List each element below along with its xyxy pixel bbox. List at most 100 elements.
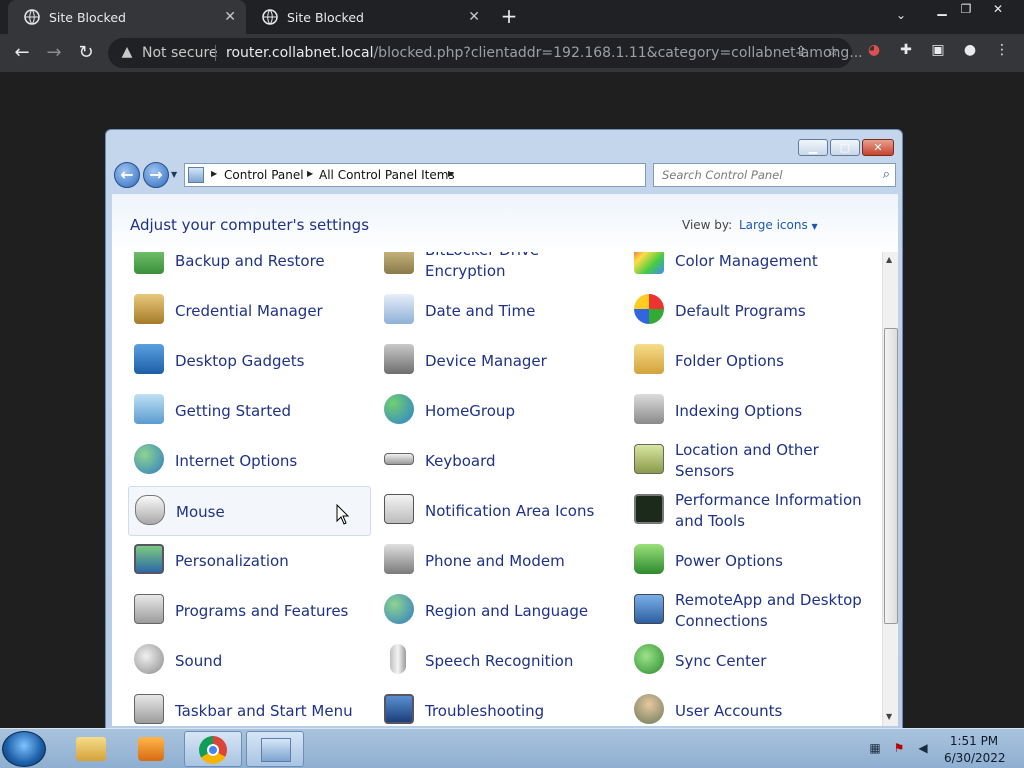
item-notification-area-icons[interactable]: Notification Area Icons bbox=[378, 486, 622, 536]
action-center-icon[interactable]: ⚑ bbox=[892, 741, 906, 755]
item-user-accounts[interactable]: User Accounts bbox=[628, 686, 872, 726]
item-desktop-gadgets[interactable]: Desktop Gadgets bbox=[128, 336, 372, 386]
item-label: Power Options bbox=[675, 551, 783, 570]
monitor-icon bbox=[134, 544, 164, 574]
item-label: Notification Area Icons bbox=[425, 501, 595, 520]
vertical-scrollbar[interactable]: ▲ ▼ bbox=[882, 252, 898, 726]
back-arrow-icon[interactable]: ← bbox=[114, 162, 140, 188]
network-icon[interactable]: ▦ bbox=[868, 741, 882, 755]
item-mouse[interactable]: Mouse bbox=[128, 486, 371, 536]
share-icon[interactable]: ⇪ bbox=[792, 44, 810, 62]
back-icon[interactable]: ← bbox=[10, 41, 34, 65]
battery-icon bbox=[634, 544, 664, 574]
warning-icon[interactable]: ▲ bbox=[118, 44, 136, 62]
item-power-options[interactable]: Power Options bbox=[628, 536, 872, 586]
mouse-cursor-icon bbox=[336, 504, 350, 525]
chevron-right-icon[interactable]: ▶ bbox=[307, 169, 313, 178]
chrome-taskbar-button[interactable] bbox=[184, 731, 242, 767]
url-text[interactable]: router.collabnet.local/blocked.php?clien… bbox=[226, 45, 863, 61]
item-getting-started[interactable]: Getting Started bbox=[128, 386, 372, 436]
scroll-thumb[interactable] bbox=[884, 328, 898, 624]
item-bitlocker[interactable]: BitLocker Drive Encryption bbox=[378, 252, 622, 286]
omnibox-divider bbox=[215, 45, 216, 61]
item-remoteapp[interactable]: RemoteApp and Desktop Connections bbox=[628, 586, 872, 636]
item-label: Personalization bbox=[175, 551, 289, 570]
control-panel-taskbar-button[interactable] bbox=[246, 731, 304, 767]
breadcrumb[interactable]: ▶ Control Panel ▶ All Control Panel Item… bbox=[184, 163, 719, 187]
item-sync-center[interactable]: Sync Center bbox=[628, 636, 872, 686]
menu-kebab-icon[interactable]: ⋮ bbox=[992, 42, 1012, 62]
media-player-taskbar-button[interactable] bbox=[122, 731, 180, 767]
tab-site-blocked-2[interactable]: Site Blocked ✕ bbox=[246, 0, 490, 34]
item-color-management[interactable]: Color Management bbox=[628, 252, 872, 286]
start-button[interactable] bbox=[2, 731, 46, 767]
item-label: BitLocker Drive Encryption bbox=[425, 252, 539, 280]
system-clock[interactable]: 1:51 PM 6/30/2022 bbox=[944, 733, 1006, 767]
item-sound[interactable]: Sound bbox=[128, 636, 372, 686]
search-input[interactable]: Search Control Panel ⌕ bbox=[653, 163, 896, 187]
recent-pages-icon[interactable]: ▼ bbox=[171, 170, 181, 180]
item-location-sensors[interactable]: Location and Other Sensors bbox=[628, 436, 872, 486]
search-placeholder: Search Control Panel bbox=[662, 168, 783, 182]
item-internet-options[interactable]: Internet Options bbox=[128, 436, 372, 486]
forward-icon[interactable]: → bbox=[42, 41, 66, 65]
item-default-programs[interactable]: Default Programs bbox=[628, 286, 872, 336]
control-panel-window: ▁ □ ✕ ← → ▼ ▶ Control Panel ▶ All Contro… bbox=[105, 129, 903, 729]
item-label: Getting Started bbox=[175, 401, 291, 420]
item-device-manager[interactable]: Device Manager bbox=[378, 336, 622, 386]
close-tab-icon[interactable]: ✕ bbox=[224, 9, 236, 25]
item-taskbar-start-menu[interactable]: Taskbar and Start Menu bbox=[128, 686, 372, 726]
address-bar[interactable]: ▲ Not secure router.collabnet.local/bloc… bbox=[108, 38, 863, 68]
close-browser-icon[interactable]: ✕ bbox=[984, 0, 1012, 20]
bookmark-star-icon[interactable]: ☆ bbox=[824, 44, 842, 62]
side-panel-icon[interactable]: ▣ bbox=[928, 42, 948, 62]
close-tab-icon[interactable]: ✕ bbox=[468, 9, 480, 25]
search-icon[interactable]: ⌕ bbox=[883, 167, 890, 182]
item-folder-options[interactable]: Folder Options bbox=[628, 336, 872, 386]
item-label: Taskbar and Start Menu bbox=[175, 701, 353, 720]
item-keyboard[interactable]: Keyboard bbox=[378, 436, 622, 486]
item-indexing-options[interactable]: Indexing Options bbox=[628, 386, 872, 436]
item-speech-recognition[interactable]: Speech Recognition bbox=[378, 636, 622, 686]
item-programs-and-features[interactable]: Programs and Features bbox=[128, 586, 372, 636]
item-personalization[interactable]: Personalization bbox=[128, 536, 372, 586]
item-performance-information[interactable]: Performance Information and Tools bbox=[628, 486, 872, 536]
item-backup-and-restore[interactable]: Backup and Restore bbox=[128, 252, 372, 286]
explorer-taskbar-button[interactable] bbox=[62, 731, 120, 767]
maximize-button[interactable]: □ bbox=[830, 139, 860, 156]
item-troubleshooting[interactable]: Troubleshooting bbox=[378, 686, 622, 726]
forward-arrow-icon[interactable]: → bbox=[143, 162, 169, 188]
reload-icon[interactable]: ↻ bbox=[74, 41, 98, 65]
item-date-and-time[interactable]: Date and Time bbox=[378, 286, 622, 336]
view-by-dropdown[interactable]: Large icons ▼ bbox=[739, 218, 818, 232]
breadcrumb-all-items[interactable]: All Control Panel Items bbox=[319, 168, 455, 182]
item-label: Default Programs bbox=[675, 301, 806, 320]
chevron-right-icon[interactable]: ▶ bbox=[211, 169, 217, 178]
default-programs-icon bbox=[634, 294, 664, 324]
close-button[interactable]: ✕ bbox=[862, 139, 894, 156]
extension-spy-icon[interactable]: ◕ bbox=[864, 42, 884, 62]
breadcrumb-control-panel[interactable]: Control Panel bbox=[224, 168, 304, 182]
item-phone-and-modem[interactable]: Phone and Modem bbox=[378, 536, 622, 586]
url-host: router.collabnet.local bbox=[226, 45, 374, 61]
extensions-puzzle-icon[interactable]: ✚ bbox=[896, 42, 916, 62]
scroll-down-icon[interactable]: ▼ bbox=[886, 712, 892, 721]
minimize-button[interactable]: ▁ bbox=[798, 139, 828, 156]
url-path: /blocked.php?clientaddr=192.168.1.11&cat… bbox=[373, 45, 863, 61]
volume-icon[interactable]: ◀ bbox=[916, 741, 930, 755]
restore-browser-icon[interactable]: ❐ bbox=[952, 0, 980, 20]
tab-search-icon[interactable]: ⌄ bbox=[896, 8, 906, 22]
browser-tab-strip: Site Blocked ✕ Site Blocked ✕ + ⌄ ▁ ❐ ✕ bbox=[0, 0, 1024, 34]
security-status[interactable]: Not secure bbox=[142, 45, 218, 61]
chevron-right-icon[interactable]: ▶ bbox=[448, 169, 454, 178]
item-region-and-language[interactable]: Region and Language bbox=[378, 586, 622, 636]
scroll-up-icon[interactable]: ▲ bbox=[886, 255, 892, 264]
item-homegroup[interactable]: HomeGroup bbox=[378, 386, 622, 436]
tab-site-blocked-1[interactable]: Site Blocked ✕ bbox=[8, 0, 246, 34]
profile-avatar-icon[interactable]: ● bbox=[960, 42, 980, 62]
remote-desktop-icon bbox=[634, 594, 664, 624]
new-tab-button[interactable]: + bbox=[498, 5, 520, 27]
item-label: Color Management bbox=[675, 252, 818, 270]
item-credential-manager[interactable]: Credential Manager bbox=[128, 286, 372, 336]
content-pane: Adjust your computer's settings View by:… bbox=[112, 194, 898, 726]
